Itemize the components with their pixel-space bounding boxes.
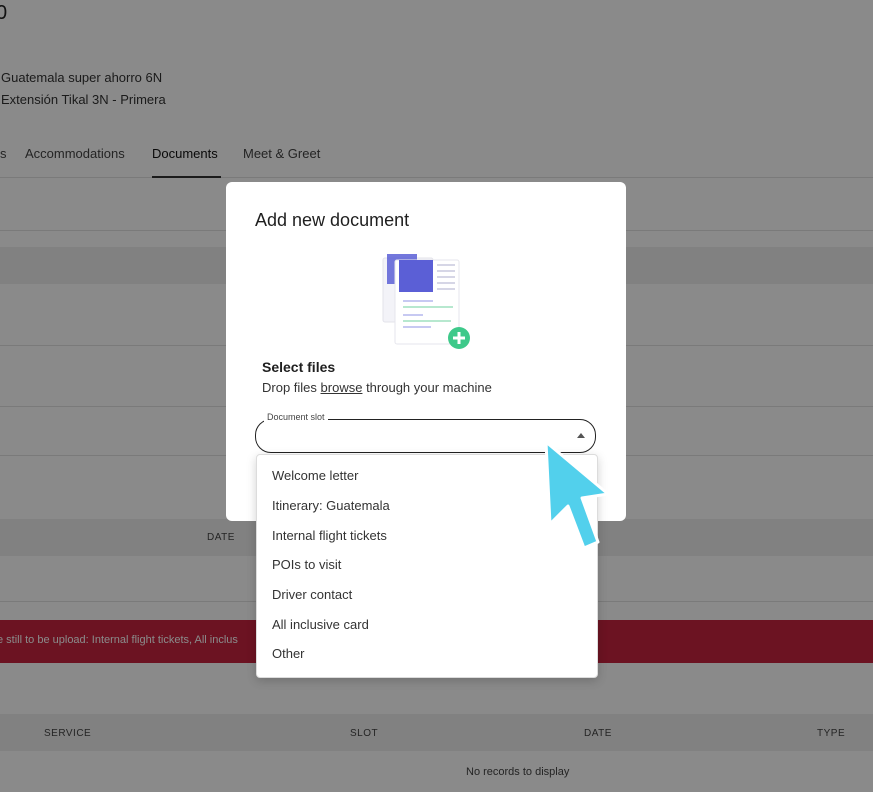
dialog-title: Add new document [255,210,410,230]
option-other[interactable]: Other [272,646,305,661]
option-all-inclusive-card[interactable]: All inclusive card [272,617,369,632]
drop-hint-suffix: through your machine [362,380,492,395]
drop-files-hint: Drop files browse through your machine [262,380,492,395]
option-welcome-letter[interactable]: Welcome letter [272,468,358,483]
browse-link[interactable]: browse [321,380,363,395]
document-slot-label: Document slot [264,412,328,422]
documents-add-icon[interactable] [381,254,473,350]
drop-hint-prefix: Drop files [262,380,321,395]
pointer-cursor-icon [538,436,618,556]
option-driver-contact[interactable]: Driver contact [272,587,352,602]
option-pois-to-visit[interactable]: POIs to visit [272,557,341,572]
option-itinerary[interactable]: Itinerary: Guatemala [272,498,390,513]
option-internal-flight-tickets[interactable]: Internal flight tickets [272,528,387,543]
select-files-heading: Select files [262,359,336,375]
